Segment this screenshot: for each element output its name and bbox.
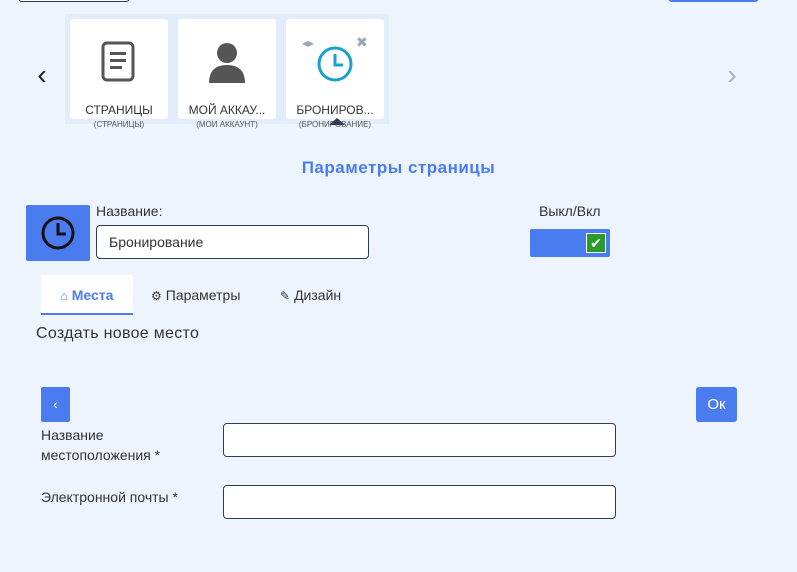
card-sublabel: (МОИ АККАУНТ) bbox=[196, 120, 258, 129]
check-icon[interactable]: ✔ bbox=[586, 233, 606, 253]
section-title: Параметры страницы bbox=[301, 158, 496, 177]
document-icon bbox=[101, 41, 135, 82]
tab-label: Места bbox=[71, 287, 114, 303]
email-label: Электронной почты * bbox=[41, 489, 178, 505]
card-label: МОЙ АККАУ... bbox=[188, 103, 266, 117]
gears-icon: ⚙ bbox=[151, 289, 162, 303]
enable-toggle[interactable]: ✔ bbox=[530, 229, 610, 257]
tab-parameters[interactable]: ⚙ Параметры bbox=[151, 275, 240, 315]
page-name-input[interactable]: Бронирование bbox=[96, 225, 369, 259]
location-name-label: Название местоположения * bbox=[41, 427, 161, 463]
selected-card-caret bbox=[329, 118, 345, 125]
user-icon bbox=[209, 43, 245, 83]
page-icon-button[interactable] bbox=[26, 205, 90, 261]
pencil-icon: ✎ bbox=[280, 289, 291, 303]
close-icon[interactable]: ✖ bbox=[356, 34, 368, 51]
top-input-stub[interactable] bbox=[18, 0, 130, 2]
move-icon[interactable]: ◂▸ bbox=[302, 36, 314, 50]
page-card-account[interactable]: МОЙ АККАУ... (МОИ АККАУНТ) bbox=[178, 19, 276, 129]
tab-label: Дизайн bbox=[294, 287, 342, 303]
tab-places[interactable]: ⌂ Места bbox=[41, 275, 133, 315]
tab-label: Параметры bbox=[165, 287, 241, 303]
carousel-prev-icon[interactable]: ‹ bbox=[32, 60, 52, 90]
page-card-pages[interactable]: СТРАНИЦЫ (СТРАНИЦЫ) bbox=[70, 19, 168, 129]
back-button[interactable]: ‹ bbox=[41, 387, 70, 422]
page-card-booking[interactable]: ◂▸ ✖ БРОНИРОВ... (БРОНИРОВАНИЕ) bbox=[286, 19, 384, 129]
home-icon: ⌂ bbox=[60, 289, 68, 303]
card-label: СТРАНИЦЫ bbox=[85, 103, 153, 117]
form-title: Создать новое место bbox=[36, 325, 200, 342]
card-label: БРОНИРОВ... bbox=[296, 103, 374, 117]
clock-icon bbox=[317, 46, 353, 82]
tab-design[interactable]: ✎ Дизайн bbox=[280, 275, 341, 315]
email-input[interactable] bbox=[223, 485, 616, 519]
card-sublabel: (СТРАНИЦЫ) bbox=[93, 120, 145, 129]
carousel-next-icon[interactable]: › bbox=[722, 60, 742, 90]
ok-button[interactable]: Ок bbox=[696, 387, 737, 422]
toggle-label: Выкл/Вкл bbox=[539, 203, 601, 219]
location-name-input[interactable] bbox=[223, 423, 616, 457]
top-button-stub[interactable] bbox=[668, 0, 759, 2]
clock-icon bbox=[41, 216, 75, 250]
name-label: Название: bbox=[96, 203, 163, 219]
